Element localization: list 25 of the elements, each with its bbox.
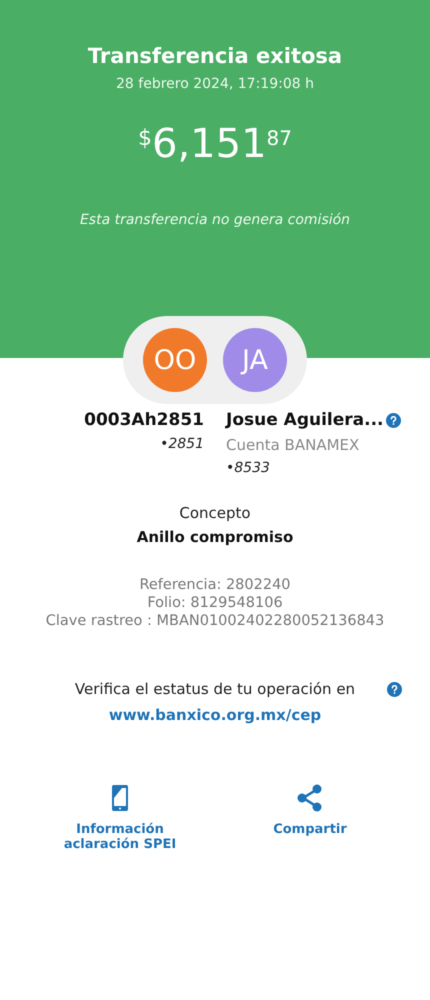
currency-sign: $ (138, 126, 152, 151)
concept-label: Concepto (179, 504, 251, 522)
verify-text: Verifica el estatus de tu operación en (74, 680, 356, 698)
detail-line: Referencia: 2802240 (139, 576, 291, 594)
account-name: Josue Aguilera... (226, 410, 384, 430)
amount-cents: 87 (266, 126, 292, 150)
account-name: 0003Ah2851 (84, 410, 204, 430)
amount-value: 6,151 (152, 124, 267, 164)
detail-line: Folio: 8129548106 (147, 594, 283, 612)
help-icon[interactable] (387, 682, 402, 697)
action-button[interactable]: Compartir (235, 784, 385, 852)
help-icon[interactable] (386, 412, 401, 428)
avatar: JA (223, 328, 287, 392)
account-number: •2851 (160, 436, 204, 452)
account-number: •8533 (226, 460, 270, 476)
date-time: 28 febrero 2024, 17:19:08 h (116, 76, 314, 92)
screen-title: Transferencia exitosa (88, 44, 342, 68)
avatar: OO (143, 328, 207, 392)
share-icon (296, 784, 324, 812)
concept-value: Anillo compromiso (136, 528, 294, 546)
action-button[interactable]: Información aclaración SPEI (45, 784, 195, 852)
bank-name: Cuenta BANAMEX (226, 436, 360, 454)
fee-note: Esta transferencia no genera comisión (80, 212, 350, 228)
banxico-link[interactable]: www.banxico.org.mx/cep (108, 706, 322, 724)
detail-line: Clave rastreo : MBAN01002402280052136843 (46, 612, 384, 630)
